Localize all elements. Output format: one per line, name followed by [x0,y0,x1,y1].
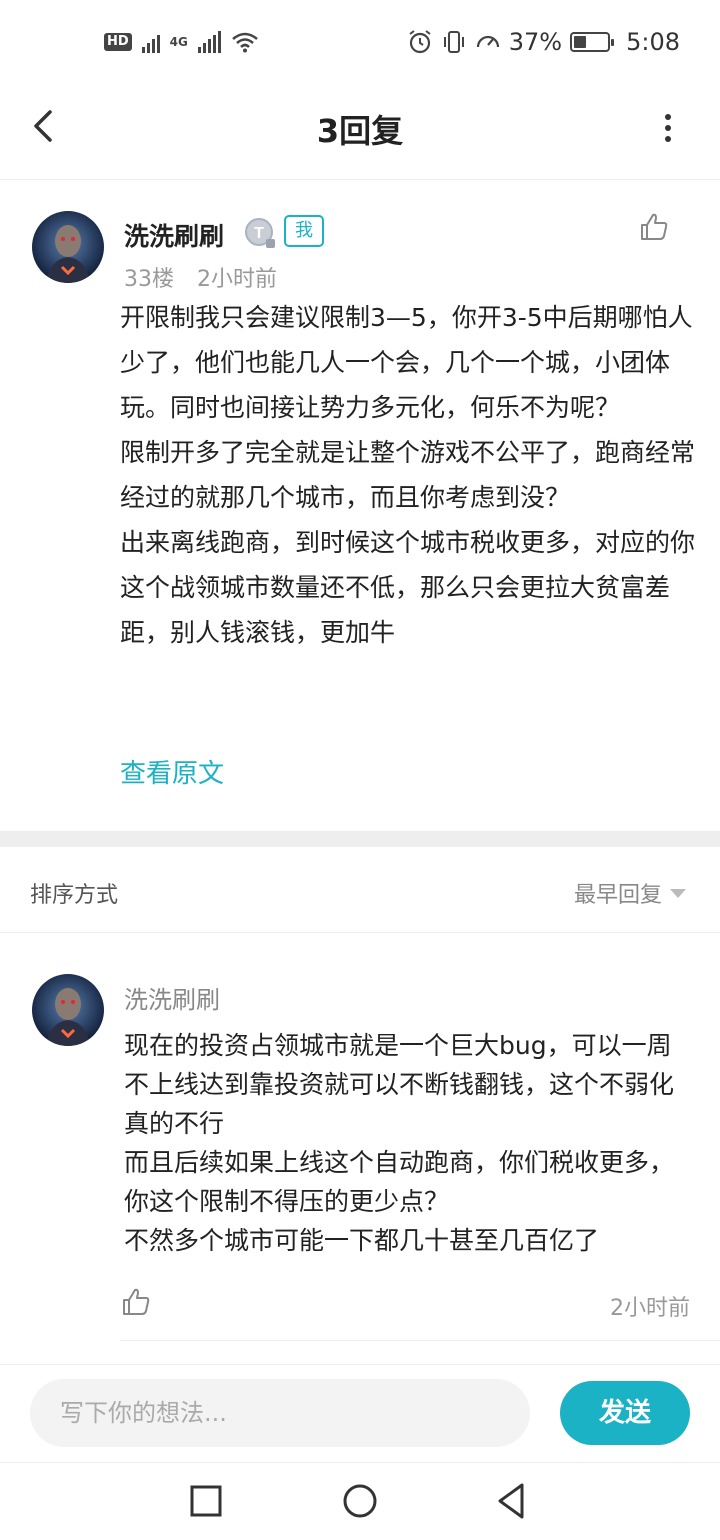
dropdown-triangle-icon [670,888,686,898]
vibrate-icon [443,31,464,53]
sort-bar: 排序方式 最早回复 [0,847,720,933]
speed-icon [476,35,499,48]
reply-divider [120,1340,720,1341]
post-time: 2小时前 [197,267,277,292]
more-vertical-icon[interactable] [656,108,680,148]
battery-percent: 37% [508,28,563,56]
signal-icon [141,31,160,53]
svg-text:T: T [254,225,264,242]
sort-selected: 最早回复 [573,883,662,908]
clock: 5:08 [626,28,680,56]
sort-label: 排序方式 [30,883,119,908]
page-title: 3回复 [316,112,404,150]
recent-apps-icon[interactable] [186,1481,226,1521]
header: 3回复 [0,84,720,180]
author-name[interactable]: 洗洗刷刷 [124,217,224,253]
post-paragraph: 限制开多了完全就是让整个游戏不公平了，跑商经常经过的就那几个城市，而且你考虑到没… [120,438,696,512]
back-nav-icon[interactable] [492,1481,532,1521]
reply-item: 洗洗刷刷 现在的投资占领城市就是一个巨大bug，可以一周不上线达到靠投资就可以不… [0,934,720,1364]
wifi-icon [232,32,258,53]
signal-icon-2 [197,31,221,53]
comment-input[interactable]: 写下你的想法... [30,1379,530,1447]
thumbs-up-icon[interactable] [120,1286,152,1318]
post-body: 开限制我只会建议限制3—5，你开3-5中后期哪怕人少了，他们也能几人一个会，几个… [120,295,700,655]
reply-time: 2小时前 [610,1296,690,1321]
send-button[interactable]: 发送 [560,1381,690,1445]
section-divider [0,831,720,847]
home-icon[interactable] [340,1481,380,1521]
post-meta: 33楼 2小时前 [124,261,293,293]
post-paragraph: 开限制我只会建议限制3—5，你开3-5中后期哪怕人少了，他们也能几人一个会，几个… [120,303,693,422]
reply-paragraph: 不然多个城市可能一下都几十甚至几百亿了 [124,1226,600,1255]
sort-dropdown[interactable]: 最早回复 [574,877,686,909]
system-nav-bar [0,1462,720,1540]
post-paragraph: 出来离线跑商，到时候这个城市税收更多，对应的你这个战领城市数量还不低，那么只会更… [120,528,696,647]
reply-paragraph: 现在的投资占领城市就是一个巨大bug，可以一周不上线达到靠投资就可以不断钱翻钱，… [124,1031,675,1138]
status-left: HD 4G [104,28,259,56]
hd-badge: HD [104,33,132,51]
avatar[interactable] [32,974,104,1046]
level-badge-icon: T [245,218,275,248]
floor-number: 33楼 [124,267,174,292]
reply-body: 现在的投资占领城市就是一个巨大bug，可以一周不上线达到靠投资就可以不断钱翻钱，… [124,1026,696,1260]
reply-paragraph: 而且后续如果上线这个自动跑商，你们税收更多，你这个限制不得压的更少点？ [124,1148,675,1216]
reply-author-name[interactable]: 洗洗刷刷 [124,980,220,1015]
avatar[interactable] [32,211,104,283]
comment-bar: 写下你的想法... 发送 [0,1364,720,1462]
alarm-icon [409,30,431,54]
status-right: 37% 5:08 [407,26,680,58]
me-badge: 我 [284,215,324,247]
status-bar: HD 4G 37% 5:08 [0,0,720,84]
battery-icon [570,32,615,52]
network-type: 4G [169,35,188,49]
thumbs-up-icon[interactable] [638,211,670,243]
battery-fill [574,36,586,48]
main-post: 洗洗刷刷 T 我 33楼 2小时前 开限制我只会建议限制3—5，你开3-5中后期… [0,181,720,831]
view-original-link[interactable]: 查看原文 [120,753,224,790]
